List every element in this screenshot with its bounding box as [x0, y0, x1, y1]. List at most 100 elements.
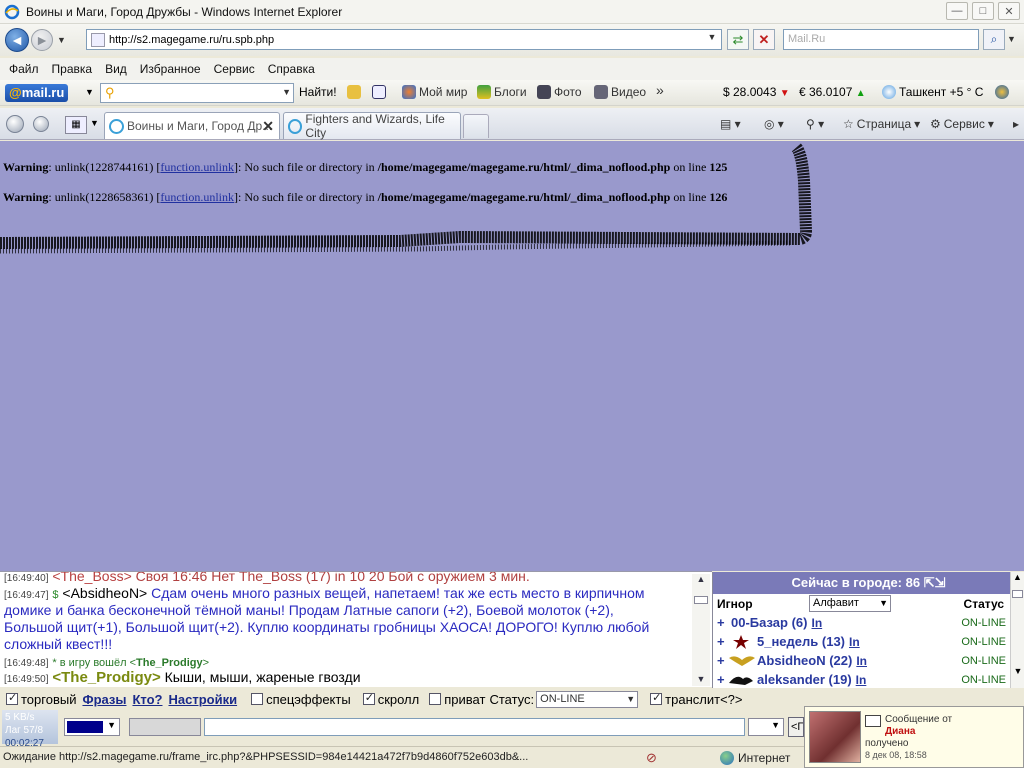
- address-url: http://s2.magegame.ru/ru.spb.php: [109, 33, 275, 46]
- blogs-link[interactable]: Блоги: [477, 85, 527, 99]
- search-button[interactable]: ⌕: [983, 29, 1005, 50]
- print-icon[interactable]: ◎ ▾: [764, 117, 784, 131]
- close-button[interactable]: ✕: [998, 2, 1020, 20]
- feeds-icon[interactable]: ▤ ▾: [720, 117, 741, 131]
- address-dropdown-icon[interactable]: ▼: [705, 32, 719, 47]
- scroll-label: скролл: [377, 691, 420, 707]
- address-bar[interactable]: http://s2.magegame.ru/ru.spb.php ▼: [86, 29, 722, 50]
- effects-checkbox[interactable]: [251, 693, 264, 705]
- recipient-field[interactable]: [129, 718, 201, 736]
- chat-nick[interactable]: <The_Prodigy>: [52, 669, 160, 686]
- scroll-up-icon: ▲: [696, 574, 706, 584]
- status-column-header: Статус: [963, 597, 1004, 611]
- tab-close-icon[interactable]: ✕: [262, 118, 274, 135]
- mailru-dropdown-icon[interactable]: ▼: [85, 87, 94, 97]
- quick-tabs-button[interactable]: ▦: [65, 116, 87, 134]
- weather-widget[interactable]: Ташкент +5 ° C: [882, 85, 983, 99]
- up-arrow-icon: ▲: [855, 88, 866, 99]
- popup-blocker-icon[interactable]: ⊘: [646, 750, 657, 766]
- menu-file[interactable]: Файл: [9, 62, 39, 76]
- mailru-search-input[interactable]: ⚲ ▼: [100, 83, 294, 103]
- camera-icon: [537, 85, 551, 99]
- trade-label: торговый: [21, 691, 77, 707]
- refresh-button[interactable]: ⇄: [727, 29, 749, 50]
- video-icon: [594, 85, 608, 99]
- user-row[interactable]: + aleksander (19) In ON-LINE: [713, 671, 1024, 688]
- tab-list-dropdown-icon[interactable]: ▼: [90, 118, 99, 128]
- menu-help[interactable]: Справка: [268, 62, 315, 76]
- scroll-up-icon: ▲: [1013, 572, 1022, 582]
- tab-fighters-and-wizards[interactable]: Fighters and Wizards, Life City: [283, 112, 461, 140]
- chat-scroll-thumb: [694, 596, 708, 604]
- online-users-header: Сейчас в городе: 86 ⇱⇲: [713, 572, 1024, 594]
- message-input[interactable]: [204, 718, 745, 736]
- smiley-select[interactable]: ▼: [748, 718, 784, 736]
- translit-checkbox[interactable]: [650, 691, 663, 705]
- private-checkbox[interactable]: [429, 693, 442, 705]
- user-row[interactable]: + 5_недель (13) In ON-LINE: [713, 633, 1024, 652]
- sort-select[interactable]: Алфавит ▼: [809, 595, 891, 612]
- video-link[interactable]: Видео: [594, 85, 646, 99]
- research-icon[interactable]: ⚲ ▾: [806, 117, 824, 131]
- page-menu[interactable]: ☆ Страница ▾: [843, 117, 920, 131]
- chat-scrollbar[interactable]: ▲ ▼: [692, 574, 710, 686]
- history-dropdown-icon[interactable]: ▼: [57, 35, 66, 45]
- user-row[interactable]: + AbsidheoN (22) In ON-LINE: [713, 652, 1024, 671]
- security-zone[interactable]: Интернет: [720, 751, 790, 765]
- settings-gear-icon[interactable]: [995, 85, 1009, 99]
- minimize-button[interactable]: —: [946, 2, 968, 20]
- text-color-select[interactable]: ▼: [64, 718, 120, 736]
- private-label: приват: [444, 691, 486, 707]
- users-scrollbar[interactable]: ▲ ▼: [1010, 572, 1024, 688]
- back-button[interactable]: ◄: [5, 28, 29, 52]
- tab-favorites-icon[interactable]: [33, 116, 49, 132]
- my-world-link[interactable]: Мой мир: [402, 85, 467, 99]
- message-input-row: 5 KB/s Лаг 57/8 00:02:27 ▼ ▼ <П: [0, 710, 804, 749]
- eur-rate: € 36.0107 ▲: [799, 85, 866, 99]
- find-button[interactable]: Найти!: [299, 85, 337, 99]
- new-tab-button[interactable]: [463, 114, 489, 138]
- maximize-button[interactable]: □: [972, 2, 994, 20]
- send-button[interactable]: <П: [788, 717, 804, 737]
- photo-link[interactable]: Фото: [537, 85, 582, 99]
- scroll-down-icon: ▼: [1013, 666, 1023, 676]
- menu-tools[interactable]: Сервис: [214, 62, 255, 76]
- online-users-panel: Сейчас в городе: 86 ⇱⇲ Игнор Алфавит ▼ Ст…: [712, 572, 1024, 688]
- chevron-down-icon: ▼: [771, 720, 780, 730]
- toolbar-more-button[interactable]: »: [656, 82, 664, 98]
- page-globe-icon: [288, 118, 303, 134]
- chat-line-cont: сложный квест!!!: [4, 636, 113, 652]
- chat-nick[interactable]: <AbsidheoN>: [62, 585, 147, 601]
- menu-view[interactable]: Вид: [105, 62, 127, 76]
- status-select[interactable]: ON-LINE ▼: [536, 690, 639, 708]
- mailru-logo[interactable]: @mail.ru: [5, 83, 69, 102]
- tab-active[interactable]: Воины и Маги, Город Др... ✕: [104, 112, 280, 139]
- forward-button[interactable]: ►: [31, 29, 53, 51]
- phrases-link[interactable]: Фразы: [82, 692, 126, 707]
- popout-icon[interactable]: ⇱⇲: [924, 575, 946, 590]
- settings-link[interactable]: Настройки: [168, 692, 237, 707]
- scroll-checkbox[interactable]: [362, 691, 375, 705]
- chevron-down-icon: ▼: [107, 720, 116, 730]
- mailru-search-dropdown-icon[interactable]: ▼: [282, 87, 291, 97]
- message-notification[interactable]: Сообщение от Диана получено 8 дек 08, 18…: [804, 706, 1024, 768]
- search-options-dropdown-icon[interactable]: ▼: [1007, 29, 1019, 50]
- pencil-icon[interactable]: [347, 85, 361, 99]
- tools-menu[interactable]: ⚙ Сервис ▾: [930, 117, 994, 131]
- menu-favorites[interactable]: Избранное: [140, 62, 201, 76]
- speed-readout: 5 KB/s: [5, 712, 35, 723]
- toolbar-overflow-icon[interactable]: ▸: [1013, 117, 1019, 131]
- translit-help-link[interactable]: <?>: [720, 692, 742, 707]
- trade-checkbox[interactable]: [6, 691, 18, 705]
- blogs-icon: [477, 85, 491, 99]
- stop-button[interactable]: ✕: [753, 29, 775, 50]
- menu-edit[interactable]: Правка: [52, 62, 93, 76]
- page-search-icon[interactable]: [372, 85, 386, 99]
- search-input[interactable]: Mail.Ru: [783, 29, 979, 50]
- who-link[interactable]: Кто?: [132, 692, 162, 707]
- user-row[interactable]: + 00-Базар (6) In ON-LINE: [713, 614, 1024, 633]
- user-info-link: In: [855, 673, 867, 687]
- tab-back-icon[interactable]: [6, 115, 24, 133]
- down-arrow-icon: ▼: [779, 88, 790, 99]
- internet-globe-icon: [720, 751, 734, 765]
